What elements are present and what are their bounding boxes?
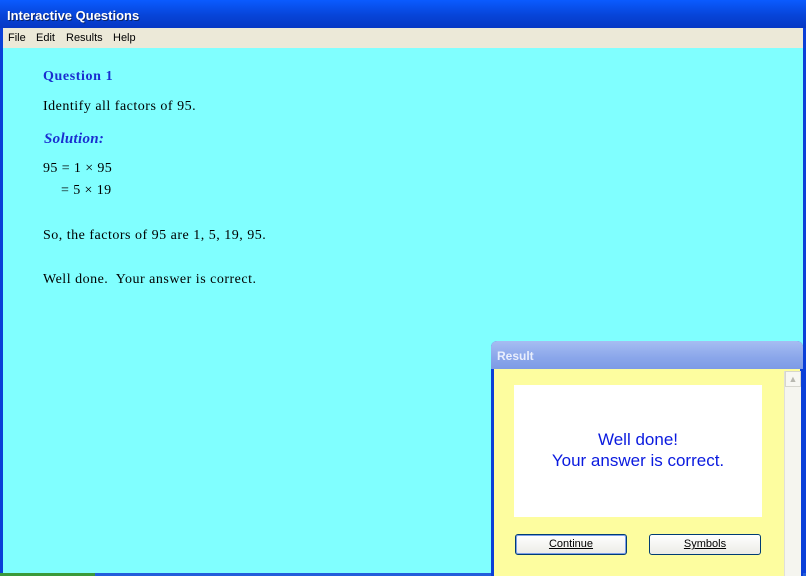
result-dialog: Result Well done! Your answer is correct… [491,341,803,576]
title-bar[interactable]: Interactive Questions [0,0,806,28]
menu-bar: File Edit Results Help [3,28,803,48]
symbols-button[interactable]: Symbols [649,534,761,555]
result-message-line-2: Your answer is correct. [551,451,725,470]
dialog-scrollbar[interactable]: ▲ [784,371,801,576]
result-message-box: Well done! Your answer is correct. [514,385,762,517]
menu-results[interactable]: Results [66,32,103,44]
continue-button[interactable]: Continue [515,534,627,555]
menu-help[interactable]: Help [113,32,136,44]
dialog-body: Well done! Your answer is correct. ▲ Con… [494,369,801,576]
result-message-line-1: Well done! [597,430,678,449]
equation-line-2: = 5 × 19 [61,183,112,198]
dialog-title-bar[interactable]: Result [491,341,803,369]
question-text: Identify all factors of 95. [43,99,197,114]
question-heading: Question 1 [43,69,114,84]
feedback-text: Well done. Your answer is correct. [43,272,257,287]
solution-conclusion: So, the factors of 95 are 1, 5, 19, 95. [43,228,267,243]
dialog-title: Result [497,349,534,363]
equation-line-1: 95 = 1 × 95 [43,161,113,176]
scroll-up-icon[interactable]: ▲ [785,371,801,387]
menu-edit[interactable]: Edit [36,32,55,44]
window-title: Interactive Questions [7,8,140,23]
solution-heading: Solution: [44,131,105,147]
menu-file[interactable]: File [8,32,26,44]
